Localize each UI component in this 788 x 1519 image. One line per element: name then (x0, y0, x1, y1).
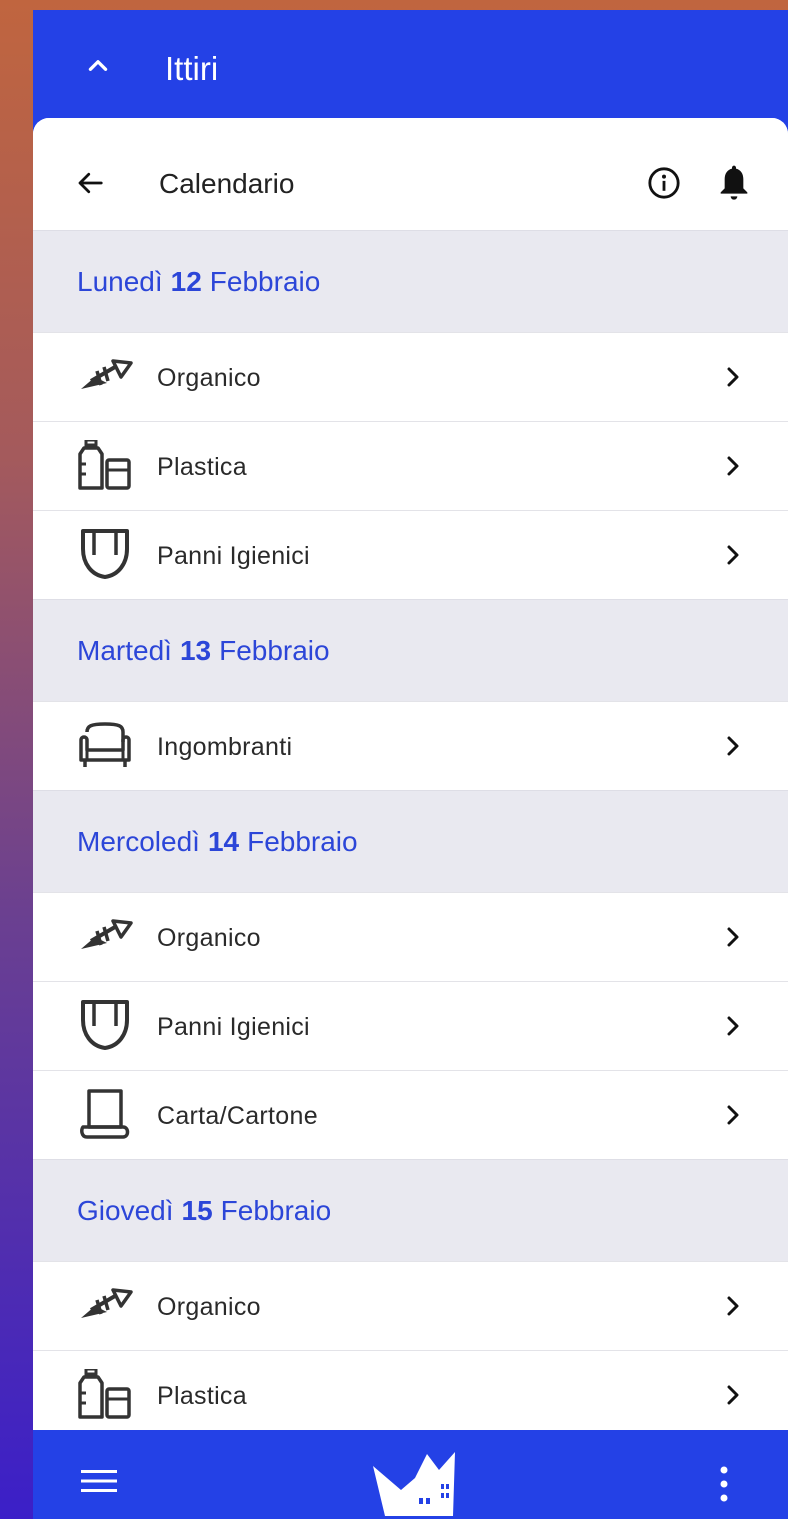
waste-item-label: Panni Igienici (157, 1013, 310, 1041)
day-weekday: Martedì (77, 634, 172, 666)
waste-item-label: Panni Igienici (157, 542, 310, 570)
chevron-up-icon[interactable] (85, 52, 111, 78)
hamburger-menu-icon[interactable] (81, 1468, 117, 1494)
day-header: Mercoledì 14 Febbraio (33, 790, 788, 892)
more-options-icon[interactable] (716, 1464, 732, 1504)
app-window: Ittiri Calendario Lunedì 12 Febbraio Organi… (33, 10, 788, 1519)
day-weekday: Mercoledì (77, 825, 200, 857)
waste-item-label: Plastica (157, 1382, 247, 1410)
waste-item-row[interactable]: Plastica (33, 1350, 788, 1430)
chevron-right-icon[interactable] (723, 1014, 743, 1038)
waste-item-row[interactable]: Organico (33, 332, 788, 421)
chevron-right-icon[interactable] (723, 1294, 743, 1318)
chevron-right-icon[interactable] (723, 365, 743, 389)
chevron-right-icon[interactable] (723, 925, 743, 949)
app-logo-icon[interactable] (371, 1446, 461, 1516)
day-header: Giovedì 15 Febbraio (33, 1159, 788, 1261)
chevron-right-icon[interactable] (723, 1103, 743, 1127)
fish-bone-icon (77, 911, 133, 961)
paper-scroll-icon (77, 1089, 133, 1139)
day-header: Martedì 13 Febbraio (33, 599, 788, 701)
day-month: Febbraio (220, 1194, 332, 1226)
day-month: Febbraio (219, 634, 330, 666)
chevron-right-icon[interactable] (723, 454, 743, 478)
waste-item-label: Organico (157, 924, 261, 952)
fish-bone-icon (77, 351, 133, 401)
chevron-right-icon[interactable] (723, 1383, 743, 1407)
day-month: Febbraio (209, 265, 321, 297)
plastic-bottle-icon (77, 1367, 133, 1419)
waste-item-row[interactable]: Plastica (33, 421, 788, 510)
waste-item-row[interactable]: Panni Igienici (33, 981, 788, 1070)
day-number: 15 (181, 1194, 213, 1226)
waste-item-row[interactable]: Ingombranti (33, 701, 788, 790)
waste-item-label: Organico (157, 1293, 261, 1321)
chevron-right-icon[interactable] (723, 543, 743, 567)
bottom-bar (33, 1430, 788, 1519)
calendar-list: Lunedì 12 Febbraio Organico Plastica Panni Ig… (33, 230, 788, 1430)
day-number: 13 (179, 634, 212, 666)
waste-item-row[interactable]: Carta/Cartone (33, 1070, 788, 1159)
plastic-bottle-icon (77, 438, 133, 490)
calendar-sheet: Calendario Lunedì 12 Febbraio Organico Plast… (33, 118, 788, 1430)
waste-item-label: Plastica (157, 453, 247, 481)
day-header: Lunedì 12 Febbraio (33, 230, 788, 332)
waste-item-row[interactable]: Organico (33, 892, 788, 981)
page-title: Calendario (159, 168, 295, 199)
chevron-right-icon[interactable] (723, 734, 743, 758)
back-arrow-icon[interactable] (75, 168, 105, 198)
day-number: 12 (170, 265, 202, 297)
bell-icon[interactable] (718, 163, 750, 203)
waste-item-row[interactable]: Organico (33, 1261, 788, 1350)
fish-bone-icon (77, 1280, 133, 1330)
info-icon[interactable] (647, 166, 681, 200)
page-header: Calendario (33, 118, 788, 230)
waste-item-label: Carta/Cartone (157, 1102, 318, 1130)
waste-item-row[interactable]: Panni Igienici (33, 510, 788, 599)
waste-item-label: Ingombranti (157, 733, 293, 761)
day-number: 14 (207, 825, 240, 857)
top-bar: Ittiri (33, 10, 788, 120)
diaper-icon (77, 529, 133, 579)
sofa-icon (77, 720, 133, 770)
waste-item-label: Organico (157, 364, 261, 392)
diaper-icon (77, 1000, 133, 1050)
place-name: Ittiri (165, 50, 219, 87)
day-weekday: Lunedì (77, 265, 163, 297)
day-month: Febbraio (247, 825, 358, 857)
day-weekday: Giovedì (77, 1194, 174, 1226)
